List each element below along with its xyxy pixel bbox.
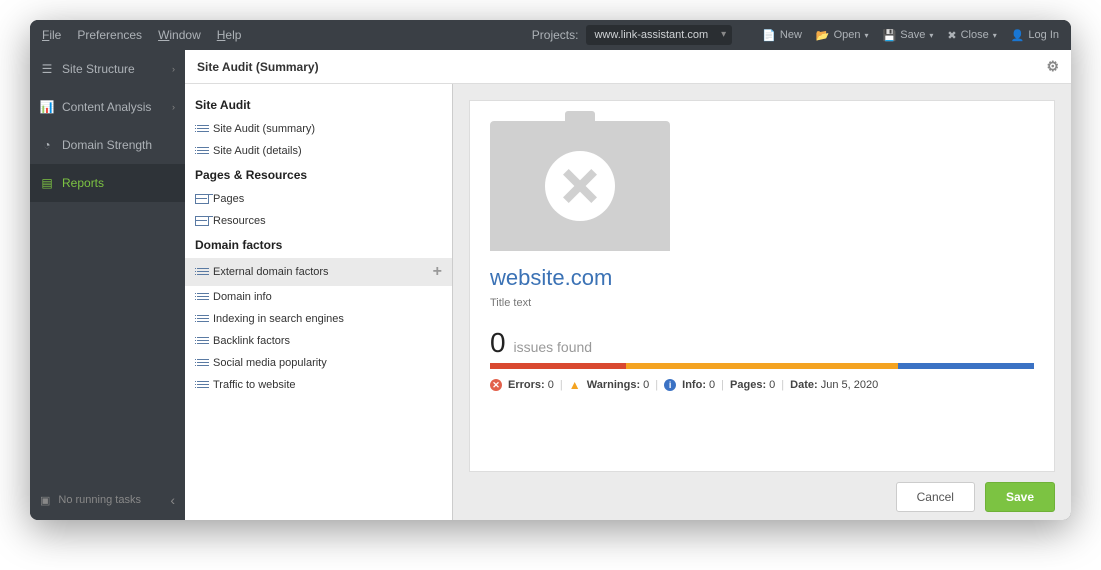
list-icon xyxy=(195,267,207,277)
info-icon: i xyxy=(664,379,676,391)
list-item[interactable]: Backlink factors xyxy=(185,330,452,352)
footer-buttons: Cancel Save xyxy=(469,472,1055,512)
section-site-audit: Site Audit xyxy=(185,92,452,118)
sidebar-item-site-structure[interactable]: ☰ Site Structure › xyxy=(30,50,185,88)
menu-file[interactable]: File xyxy=(42,28,61,42)
sidebar-item-label: Site Structure xyxy=(62,62,135,76)
menu-window[interactable]: Window xyxy=(158,28,201,42)
add-icon[interactable]: + xyxy=(433,263,442,281)
progress-warnings xyxy=(626,363,898,369)
template-list: Site Audit Site Audit (summary) Site Aud… xyxy=(185,84,453,520)
structure-icon: ☰ xyxy=(40,62,54,76)
grid-icon xyxy=(195,194,207,204)
chevron-right-icon: › xyxy=(172,102,175,112)
list-item-selected[interactable]: External domain factors+ xyxy=(185,258,452,286)
error-icon: ✕ xyxy=(490,379,502,391)
title-text: Title text xyxy=(490,297,1034,309)
login-button[interactable]: 👤Log In xyxy=(1011,29,1059,42)
sidebar-item-label: Domain Strength xyxy=(62,138,152,152)
chevron-down-icon: ▾ xyxy=(865,31,869,40)
list-item[interactable]: Site Audit (summary) xyxy=(185,118,452,140)
list-icon xyxy=(195,314,207,324)
new-button[interactable]: 📄New xyxy=(762,29,802,42)
stats-row: ✕ Errors: 0 | ▲ Warnings: 0 | i Info: 0 … xyxy=(490,379,1034,391)
list-item[interactable]: Site Audit (details) xyxy=(185,140,452,162)
placeholder-image-icon xyxy=(490,121,670,251)
close-button[interactable]: ✖Close▾ xyxy=(947,29,996,42)
open-button[interactable]: 📂Open▾ xyxy=(816,29,869,42)
report-icon: ▤ xyxy=(40,176,54,190)
domain-name: website.com xyxy=(490,265,1034,291)
grid-icon xyxy=(195,216,207,226)
sidebar-item-label: Content Analysis xyxy=(62,100,151,114)
warning-icon: ▲ xyxy=(569,379,581,391)
issues-found: 0 issues found xyxy=(490,327,1034,359)
list-item[interactable]: Resources xyxy=(185,210,452,232)
list-item[interactable]: Pages xyxy=(185,188,452,210)
page-title: Site Audit (Summary) xyxy=(197,60,319,74)
sidebar-item-reports[interactable]: ▤ Reports xyxy=(30,164,185,202)
gear-icon[interactable]: ⚙ xyxy=(1046,58,1059,75)
sidebar-footer: ▣ No running tasks ‹ xyxy=(30,480,185,520)
sidebar: ☰ Site Structure › 📊 Content Analysis › … xyxy=(30,50,185,520)
chevron-right-icon: › xyxy=(172,64,175,74)
list-item[interactable]: Traffic to website xyxy=(185,374,452,396)
menubar: File Preferences Window Help Projects: w… xyxy=(30,20,1071,50)
list-icon xyxy=(195,124,207,134)
save-icon: 💾 xyxy=(883,29,897,42)
app-window: File Preferences Window Help Projects: w… xyxy=(30,20,1071,520)
progress-errors xyxy=(490,363,626,369)
list-item[interactable]: Domain info xyxy=(185,286,452,308)
new-file-icon: 📄 xyxy=(762,29,776,42)
cancel-button[interactable]: Cancel xyxy=(896,482,975,512)
progress-bar xyxy=(490,363,1034,369)
menu-preferences[interactable]: Preferences xyxy=(77,28,142,42)
sidebar-item-content-analysis[interactable]: 📊 Content Analysis › xyxy=(30,88,185,126)
close-icon: ✖ xyxy=(947,29,956,42)
section-pages-resources: Pages & Resources xyxy=(185,162,452,188)
section-domain-factors: Domain factors xyxy=(185,232,452,258)
list-icon xyxy=(195,336,207,346)
list-item[interactable]: Social media popularity xyxy=(185,352,452,374)
list-icon xyxy=(195,358,207,368)
tasks-icon: ▣ xyxy=(40,494,50,507)
progress-info xyxy=(898,363,1034,369)
save-button[interactable]: 💾Save▾ xyxy=(883,29,934,42)
project-select[interactable]: www.link-assistant.com xyxy=(586,25,732,45)
chevron-down-icon: ▾ xyxy=(993,31,997,40)
list-icon xyxy=(195,380,207,390)
sidebar-item-domain-strength[interactable]: ◔ Domain Strength xyxy=(30,126,185,164)
menu-help[interactable]: Help xyxy=(217,28,242,42)
issues-count: 0 xyxy=(490,327,506,358)
tasks-label: No running tasks xyxy=(58,494,141,506)
list-icon xyxy=(195,146,207,156)
folder-open-icon: 📂 xyxy=(816,29,830,42)
gauge-icon: ◔ xyxy=(40,138,54,152)
user-icon: 👤 xyxy=(1011,29,1025,42)
issues-label: issues found xyxy=(513,339,592,355)
save-button[interactable]: Save xyxy=(985,482,1055,512)
chevron-down-icon: ▾ xyxy=(929,31,933,40)
main-panel: Site Audit (Summary) ⚙ Site Audit Site A… xyxy=(185,50,1071,520)
preview-card: website.com Title text 0 issues found xyxy=(469,100,1055,472)
preview-panel: website.com Title text 0 issues found xyxy=(453,84,1071,520)
chart-icon: 📊 xyxy=(40,100,54,114)
collapse-sidebar-button[interactable]: ‹ xyxy=(170,492,175,508)
list-icon xyxy=(195,292,207,302)
projects-label: Projects: xyxy=(532,28,579,42)
sidebar-item-label: Reports xyxy=(62,176,104,190)
main-header: Site Audit (Summary) ⚙ xyxy=(185,50,1071,84)
list-item[interactable]: Indexing in search engines xyxy=(185,308,452,330)
